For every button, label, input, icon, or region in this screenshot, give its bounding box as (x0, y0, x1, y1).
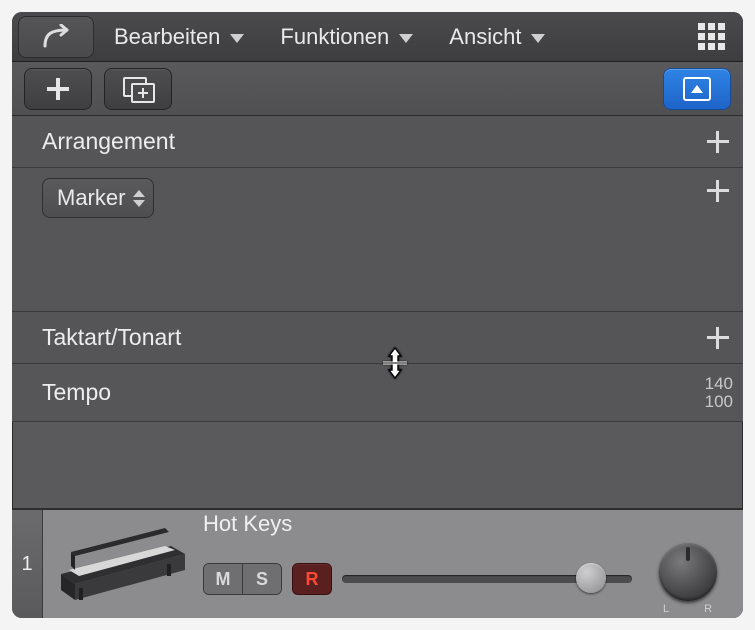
duplicate-icon (123, 77, 153, 101)
track-name[interactable]: Hot Keys (203, 511, 739, 537)
pan-left-label: L (663, 603, 670, 615)
toolbar (12, 62, 743, 116)
volume-slider[interactable] (342, 568, 632, 590)
edit-menu-label: Bearbeiten (114, 24, 220, 50)
track-number: 1 (12, 510, 43, 618)
track-area-window: Bearbeiten Funktionen Ansicht (12, 12, 743, 618)
marker-set-popup[interactable]: Marker (42, 178, 154, 218)
toggle-global-tracks-button[interactable] (663, 68, 731, 110)
functions-menu-label: Funktionen (280, 24, 389, 50)
pan-knob[interactable] (659, 543, 717, 601)
tempo-label: Tempo (42, 379, 705, 406)
tempo-row[interactable]: Tempo 140 100 (12, 364, 743, 422)
back-button[interactable] (18, 16, 94, 58)
chevron-down-icon (531, 34, 545, 43)
updown-icon (133, 190, 145, 207)
marker-label: Marker (57, 185, 125, 211)
pan-control: L R (642, 543, 734, 615)
pan-labels: L R (663, 603, 713, 615)
tempo-max: 140 (705, 375, 733, 393)
signature-label: Taktart/Tonart (42, 324, 707, 351)
track-instrument-icon[interactable] (43, 510, 203, 618)
record-enable-button[interactable]: R (292, 563, 332, 595)
chevron-down-icon (230, 34, 244, 43)
tempo-range: 140 100 (705, 375, 733, 411)
arrangement-row[interactable]: Arrangement (12, 116, 743, 168)
grid-icon (698, 23, 725, 50)
arrangement-label: Arrangement (42, 128, 707, 155)
add-arrangement-button[interactable] (707, 131, 729, 153)
toolbar-grid-button[interactable] (685, 17, 737, 57)
slider-thumb[interactable] (576, 563, 606, 593)
track-controls: M S R L R (203, 543, 739, 615)
view-menu-label: Ansicht (449, 24, 521, 50)
add-signature-button[interactable] (707, 327, 729, 349)
chevron-down-icon (399, 34, 413, 43)
edit-menu[interactable]: Bearbeiten (98, 17, 260, 57)
marker-row: Marker (12, 168, 743, 312)
back-arrow-icon (41, 24, 71, 50)
collapse-up-icon (683, 77, 711, 101)
add-track-button[interactable] (24, 68, 92, 110)
plus-icon (47, 78, 69, 100)
mute-button[interactable]: M (204, 564, 242, 594)
functions-menu[interactable]: Funktionen (264, 17, 429, 57)
pan-right-label: R (704, 603, 713, 615)
view-menu[interactable]: Ansicht (433, 17, 561, 57)
track-body: Hot Keys M S R L R (203, 510, 743, 618)
tempo-min: 100 (705, 393, 733, 411)
track-row[interactable]: 1 Hot Keys M S R (12, 508, 743, 618)
signature-row[interactable]: Taktart/Tonart (12, 312, 743, 364)
mute-solo-group: M S (203, 563, 282, 595)
piano-icon (57, 522, 189, 606)
duplicate-track-button[interactable] (104, 68, 172, 110)
solo-button[interactable]: S (242, 564, 281, 594)
menubar: Bearbeiten Funktionen Ansicht (12, 12, 743, 62)
add-marker-button[interactable] (707, 180, 729, 202)
